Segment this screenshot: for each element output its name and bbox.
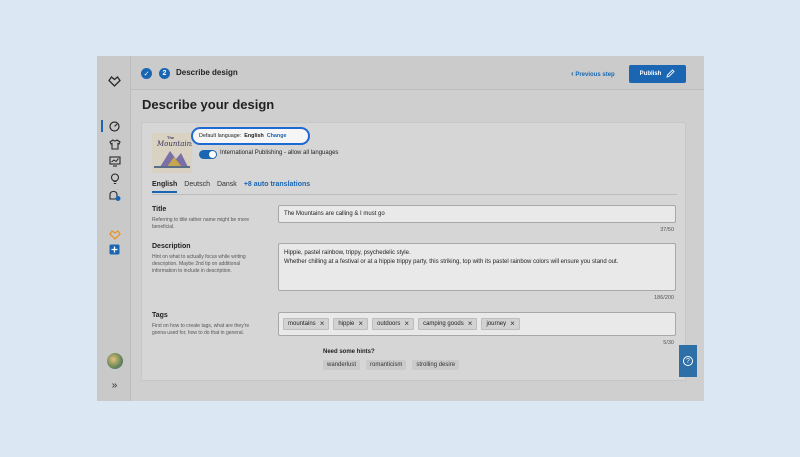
tab-dansk[interactable]: Dansk (217, 181, 237, 193)
design-form-card: The Mountains Default language: English … (141, 122, 686, 381)
tab-deutsch[interactable]: Deutsch (184, 181, 210, 193)
step-number-badge: 2 (159, 68, 170, 79)
tag-chip-label: mountains (288, 321, 316, 327)
step-title: Describe design (176, 68, 238, 77)
logo-heart-icon[interactable] (108, 74, 121, 87)
add-square-icon[interactable] (108, 243, 121, 256)
user-avatar[interactable] (107, 353, 123, 369)
previous-step-button[interactable]: ‹ Previous step (571, 69, 615, 78)
remove-tag-icon[interactable]: × (404, 320, 409, 328)
publish-button[interactable]: Publish (629, 65, 686, 83)
language-tabs: English Deutsch Dansk +8 auto translatio… (152, 181, 310, 193)
left-rail: » (97, 56, 131, 401)
tags-hint: First on how to create tags, what are th… (152, 323, 250, 336)
tag-chip: hippie × (333, 318, 369, 330)
tag-chip-label: outdoors (377, 321, 401, 327)
description-label: Description (152, 243, 191, 250)
question-mark-icon: ? (683, 356, 693, 366)
international-publishing-toggle[interactable] (199, 150, 217, 159)
default-language-pill: Default language: English Change (191, 127, 310, 145)
tag-chip-label: journey (486, 321, 507, 327)
hint-chip[interactable]: wanderlust (323, 360, 361, 370)
tags-label: Tags (152, 312, 168, 319)
step-complete-check-icon: ✓ (141, 68, 152, 79)
active-indicator (101, 120, 103, 132)
pencil-icon (666, 68, 675, 80)
change-language-link[interactable]: Change (267, 133, 287, 139)
tab-english[interactable]: English (152, 181, 178, 193)
shirt-icon[interactable] (108, 138, 121, 151)
tag-chip-label: hippie (338, 321, 355, 327)
default-language-value: English (244, 133, 264, 139)
app-window: » ✓ 2 Describe design ‹ Previous step Pu… (97, 56, 704, 401)
title-label: Title (152, 206, 167, 213)
tab-auto-translations[interactable]: +8 auto translations (244, 181, 310, 193)
chevron-left-icon: ‹ (571, 69, 574, 78)
tabs-divider (152, 194, 677, 195)
tags-count: 5/30 (663, 340, 674, 346)
dashboard-icon[interactable] (108, 120, 121, 133)
publish-label: Publish (639, 71, 662, 77)
favorites-heart-icon[interactable] (108, 228, 121, 241)
description-char-count: 186/200 (654, 295, 674, 301)
description-line-2: Whether chilling at a festival or at a h… (284, 259, 619, 265)
title-hint: Referring to title rather name might be … (152, 217, 249, 230)
remove-tag-icon[interactable]: × (510, 320, 515, 328)
design-thumbnail[interactable]: The Mountains (152, 133, 192, 173)
notifications-bell-icon[interactable] (108, 189, 121, 202)
default-language-label: Default language: (199, 133, 242, 139)
title-char-count: 37/50 (660, 227, 674, 233)
description-hint: Hint on what to actually focus while wri… (152, 254, 246, 274)
help-button[interactable]: ? (679, 345, 697, 377)
description-line-1: Hippie, pastel rainbow, trippy, psychede… (284, 250, 411, 256)
expand-chevrons-icon[interactable]: » (108, 379, 121, 392)
tag-chip: outdoors × (372, 318, 415, 330)
title-input[interactable]: The Mountains are calling & I must go (278, 205, 676, 223)
analytics-icon[interactable] (108, 155, 121, 168)
previous-step-label: Previous step (575, 72, 615, 78)
remove-tag-icon[interactable]: × (358, 320, 363, 328)
remove-tag-icon[interactable]: × (320, 320, 325, 328)
tags-input[interactable]: mountains × hippie × outdoors × camping goods ×… (278, 312, 676, 336)
lightbulb-icon[interactable] (108, 172, 121, 185)
hint-suggestions: wanderlust romanticism strolling desire (323, 360, 460, 370)
tag-chip: journey × (481, 318, 520, 330)
tag-chip-label: camping goods (423, 321, 464, 327)
page-title: Describe your design (142, 97, 275, 112)
tag-chip: mountains × (283, 318, 330, 330)
top-bar: ✓ 2 Describe design ‹ Previous step Publ… (131, 56, 704, 90)
hint-chip[interactable]: strolling desire (412, 360, 460, 370)
hint-chip[interactable]: romanticism (366, 360, 407, 370)
tag-chip: camping goods × (418, 318, 478, 330)
international-publishing-label: International Publishing - allow all lan… (220, 150, 339, 156)
hints-title: Need some hints? (323, 349, 375, 355)
description-textarea[interactable]: Hippie, pastel rainbow, trippy, psychede… (278, 243, 676, 291)
thumbnail-text-line2: Mountains (157, 140, 192, 148)
remove-tag-icon[interactable]: × (468, 320, 473, 328)
